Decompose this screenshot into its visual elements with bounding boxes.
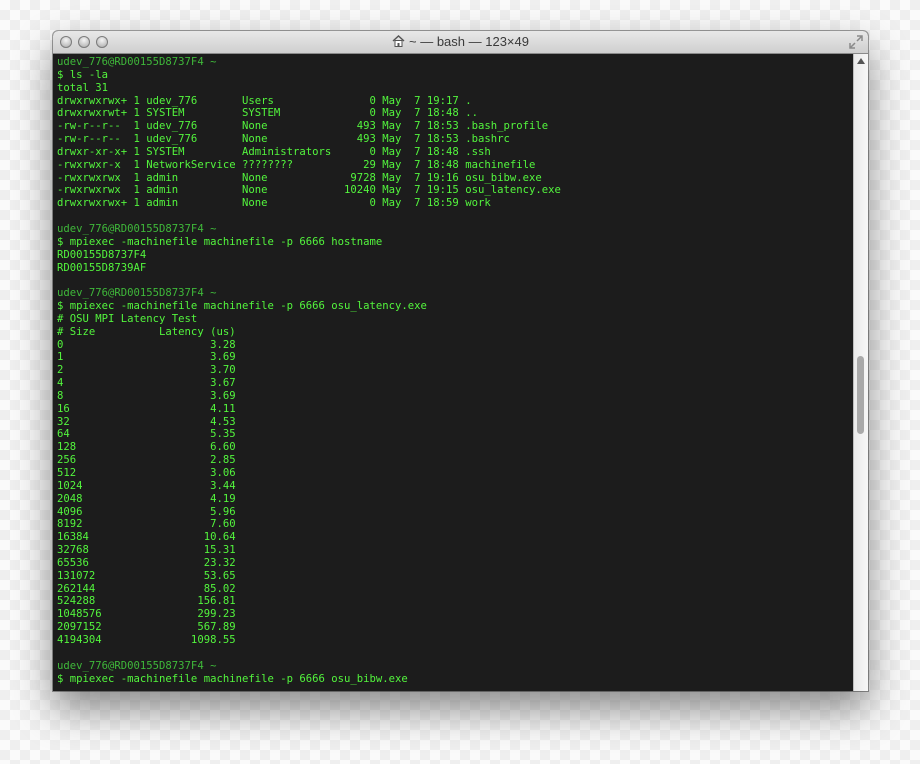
terminal-line: 1048576 299.23 xyxy=(57,608,236,621)
terminal-line: 1 3.69 xyxy=(57,351,236,364)
terminal-line: RD00155D8739AF xyxy=(57,261,147,274)
terminal-line: drwxrwxrwx+ 1 admin None 0 May 7 18:59 w… xyxy=(57,197,491,210)
terminal-line: 4096 5.96 xyxy=(57,505,236,518)
terminal-line: udev_776@RD00155D8737F4 ~ xyxy=(57,287,217,300)
terminal-line: -rwxrwxrwx 1 admin None 9728 May 7 19:16… xyxy=(57,171,542,184)
terminal-line: 16384 10.64 xyxy=(57,531,236,544)
terminal-line: 2 3.70 xyxy=(57,364,236,377)
window-titlebar[interactable]: ~ — bash — 123×49 xyxy=(53,31,868,54)
terminal-line: 2097152 567.89 xyxy=(57,621,236,634)
terminal-line: 32768 15.31 xyxy=(57,544,236,557)
terminal-output[interactable]: udev_776@RD00155D8737F4 ~ $ ls -la total 3… xyxy=(53,54,853,691)
scroll-up-arrow-icon[interactable] xyxy=(857,58,865,64)
terminal-line: $ mpiexec -machinefile machinefile -p 66… xyxy=(57,300,427,313)
terminal-line: total 31 xyxy=(57,81,109,94)
terminal-line: # Size Latency (us) xyxy=(57,325,236,338)
terminal-line: 524288 156.81 xyxy=(57,595,236,608)
terminal-line: 8192 7.60 xyxy=(57,518,236,531)
terminal-line: 128 6.60 xyxy=(57,441,236,454)
terminal-line: -rwxrwxr-x 1 NetworkService ???????? 29 … xyxy=(57,158,536,171)
fullscreen-icon[interactable] xyxy=(849,35,863,49)
terminal-line: $ mpiexec -machinefile machinefile -p 66… xyxy=(57,672,408,685)
terminal-line: 4194304 1098.55 xyxy=(57,633,236,646)
terminal-line: 65536 23.32 xyxy=(57,556,236,569)
terminal-line: 8 3.69 xyxy=(57,389,236,402)
scroll-thumb[interactable] xyxy=(857,356,864,434)
terminal-line: 32 4.53 xyxy=(57,415,236,428)
terminal-line: drwxrwxrwx+ 1 udev_776 Users 0 May 7 19:… xyxy=(57,94,472,107)
window-title-group: ~ — bash — 123×49 xyxy=(53,34,868,49)
terminal-line: 16 4.11 xyxy=(57,402,236,415)
home-folder-icon xyxy=(392,35,405,47)
terminal-line: 131072 53.65 xyxy=(57,569,236,582)
terminal-line: 262144 85.02 xyxy=(57,582,236,595)
vertical-scrollbar[interactable] xyxy=(853,54,868,691)
terminal-line: -rw-r--r-- 1 udev_776 None 493 May 7 18:… xyxy=(57,133,510,146)
terminal-line: 512 3.06 xyxy=(57,467,236,479)
terminal-line: 1024 3.44 xyxy=(57,479,236,492)
terminal-window: ~ — bash — 123×49 udev_776@RD00155D8737F… xyxy=(53,31,868,691)
terminal-line: udev_776@RD00155D8737F4 ~ xyxy=(57,659,217,672)
terminal-line: $ ls -la xyxy=(57,68,109,81)
terminal-line: # OSU MPI Latency Test xyxy=(57,312,198,325)
terminal-line: 0 3.28 xyxy=(57,338,236,351)
terminal-line: $ mpiexec -machinefile machinefile -p 66… xyxy=(57,235,383,248)
terminal-line: -rw-r--r-- 1 udev_776 None 493 May 7 18:… xyxy=(57,120,549,133)
terminal-line: drwxrwxrwt+ 1 SYSTEM SYSTEM 0 May 7 18:4… xyxy=(57,107,478,120)
terminal-line: 256 2.85 xyxy=(57,454,236,467)
window-title: ~ — bash — 123×49 xyxy=(409,34,529,49)
terminal-line: RD00155D8737F4 xyxy=(57,248,147,261)
terminal-line: 64 5.35 xyxy=(57,428,236,441)
terminal-line: 2048 4.19 xyxy=(57,492,236,505)
terminal-line: udev_776@RD00155D8737F4 ~ xyxy=(57,222,217,235)
terminal-line: drwxr-xr-x+ 1 SYSTEM Administrators 0 Ma… xyxy=(57,145,491,158)
terminal-line: -rwxrwxrwx 1 admin None 10240 May 7 19:1… xyxy=(57,184,561,197)
terminal-line: udev_776@RD00155D8737F4 ~ xyxy=(57,56,217,68)
terminal-line: 4 3.67 xyxy=(57,377,236,390)
